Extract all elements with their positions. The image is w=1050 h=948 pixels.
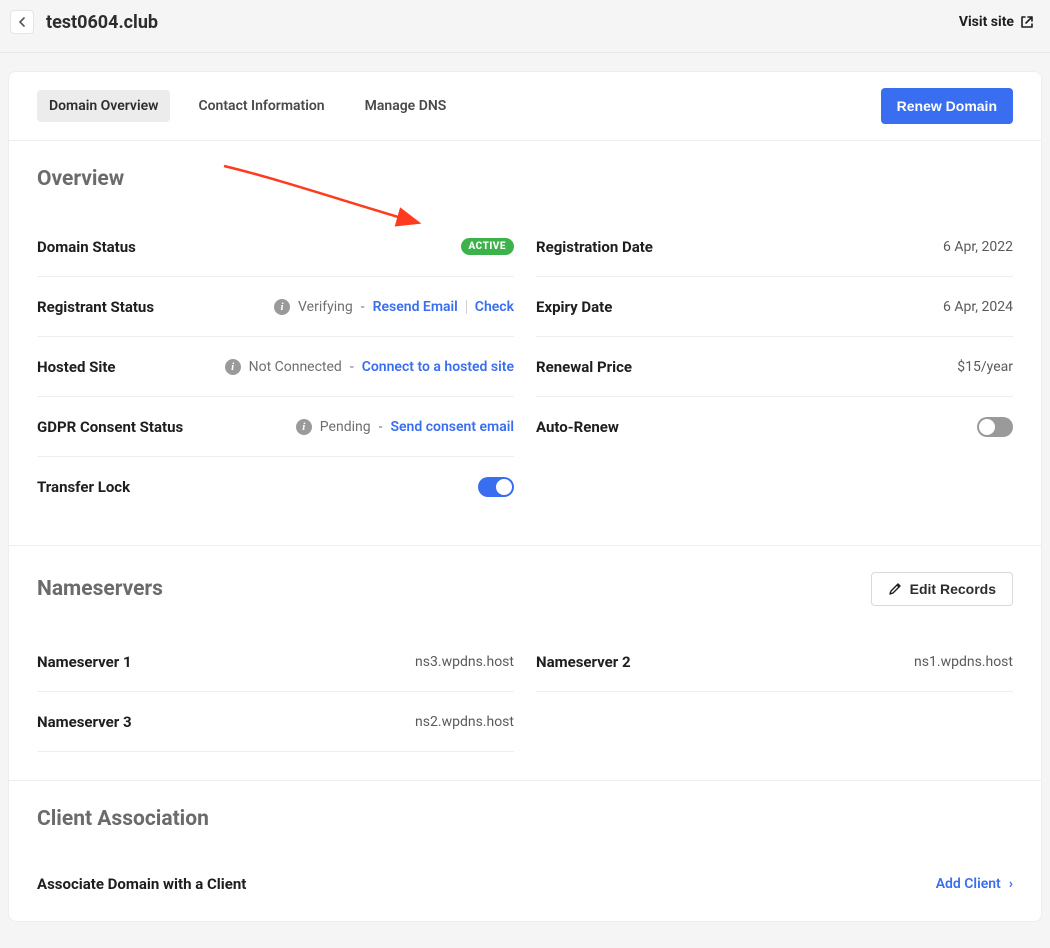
row-nameserver-3: Nameserver 3 ns2.wpdns.host (37, 692, 514, 752)
renewal-price-value: $15/year (957, 359, 1013, 375)
row-nameserver-1: Nameserver 1 ns3.wpdns.host (37, 632, 514, 692)
nameservers-heading: Nameservers (37, 577, 163, 601)
client-association-section: Client Association Associate Domain with… (9, 781, 1041, 921)
expiry-date-value: 6 Apr, 2024 (943, 299, 1013, 315)
separator: - (361, 299, 365, 315)
pencil-icon (888, 582, 902, 596)
client-association-heading: Client Association (37, 807, 1013, 831)
chevron-left-icon (18, 17, 26, 27)
overview-heading: Overview (37, 167, 1013, 191)
row-associate-client: Associate Domain with a Client Add Clien… (37, 857, 1013, 911)
row-gdpr: GDPR Consent Status i Pending - Send con… (37, 397, 514, 457)
tabs-row: Domain Overview Contact Information Mana… (9, 72, 1041, 141)
tab-manage-dns[interactable]: Manage DNS (353, 90, 459, 122)
page-title: test0604.club (46, 12, 158, 33)
visit-site-link[interactable]: Visit site (959, 14, 1034, 30)
expiry-date-label: Expiry Date (536, 298, 612, 316)
info-icon[interactable]: i (296, 419, 312, 435)
topbar-left: test0604.club (10, 10, 158, 34)
hosted-site-label: Hosted Site (37, 358, 116, 376)
visit-site-label: Visit site (959, 14, 1014, 30)
associate-client-label: Associate Domain with a Client (37, 875, 246, 893)
nameserver-1-value: ns3.wpdns.host (415, 654, 514, 670)
registrant-status-label: Registrant Status (37, 298, 154, 316)
external-link-icon (1020, 15, 1034, 29)
info-icon[interactable]: i (274, 299, 290, 315)
nameserver-1-label: Nameserver 1 (37, 653, 132, 671)
row-transfer-lock: Transfer Lock (37, 457, 514, 517)
domain-panel: Domain Overview Contact Information Mana… (8, 71, 1042, 922)
tabs-list: Domain Overview Contact Information Mana… (37, 90, 458, 122)
chevron-right-icon: › (1009, 876, 1013, 892)
auto-renew-label: Auto-Renew (536, 418, 619, 436)
registration-date-value: 6 Apr, 2022 (943, 239, 1013, 255)
registrant-status-value: Verifying (298, 299, 353, 315)
transfer-lock-toggle[interactable] (478, 477, 514, 497)
vertical-separator (466, 300, 467, 314)
hosted-site-value: Not Connected (249, 359, 342, 375)
renewal-price-label: Renewal Price (536, 358, 632, 376)
resend-email-link[interactable]: Resend Email (373, 299, 458, 315)
renew-domain-button[interactable]: Renew Domain (881, 88, 1013, 124)
overview-left-col: Domain Status ACTIVE Registrant Status i… (37, 217, 514, 517)
nameservers-section: Nameservers Edit Records Nameserver 1 ns… (9, 546, 1041, 781)
row-auto-renew: Auto-Renew (536, 397, 1013, 457)
row-registration-date: Registration Date 6 Apr, 2022 (536, 217, 1013, 277)
connect-hosted-site-link[interactable]: Connect to a hosted site (362, 359, 514, 375)
row-registrant-status: Registrant Status i Verifying - Resend E… (37, 277, 514, 337)
tab-contact-information[interactable]: Contact Information (186, 90, 336, 122)
topbar: test0604.club Visit site (0, 0, 1050, 53)
nameserver-2-value: ns1.wpdns.host (914, 654, 1013, 670)
row-domain-status: Domain Status ACTIVE (37, 217, 514, 277)
separator: - (379, 419, 383, 435)
row-expiry-date: Expiry Date 6 Apr, 2024 (536, 277, 1013, 337)
row-renewal-price: Renewal Price $15/year (536, 337, 1013, 397)
back-button[interactable] (10, 10, 34, 34)
nameserver-2-label: Nameserver 2 (536, 653, 631, 671)
check-link[interactable]: Check (475, 299, 514, 315)
separator: - (350, 359, 354, 375)
registration-date-label: Registration Date (536, 238, 653, 256)
auto-renew-toggle[interactable] (977, 417, 1013, 437)
domain-status-badge: ACTIVE (461, 238, 515, 255)
edit-records-button[interactable]: Edit Records (871, 572, 1013, 606)
overview-section: Overview Domain Status ACTIVE Reg (9, 141, 1041, 546)
info-icon[interactable]: i (225, 359, 241, 375)
row-hosted-site: Hosted Site i Not Connected - Connect to… (37, 337, 514, 397)
nameserver-3-label: Nameserver 3 (37, 713, 132, 731)
domain-status-label: Domain Status (37, 238, 136, 256)
edit-records-label: Edit Records (910, 581, 996, 597)
send-consent-email-link[interactable]: Send consent email (390, 419, 514, 435)
row-nameserver-2: Nameserver 2 ns1.wpdns.host (536, 632, 1013, 692)
tab-domain-overview[interactable]: Domain Overview (37, 90, 170, 122)
add-client-label: Add Client (936, 876, 1001, 892)
gdpr-value: Pending (320, 419, 371, 435)
nameserver-3-value: ns2.wpdns.host (415, 714, 514, 730)
overview-right-col: Registration Date 6 Apr, 2022 Expiry Dat… (536, 217, 1013, 517)
gdpr-label: GDPR Consent Status (37, 418, 183, 436)
add-client-link[interactable]: Add Client › (936, 876, 1013, 892)
transfer-lock-label: Transfer Lock (37, 478, 130, 496)
